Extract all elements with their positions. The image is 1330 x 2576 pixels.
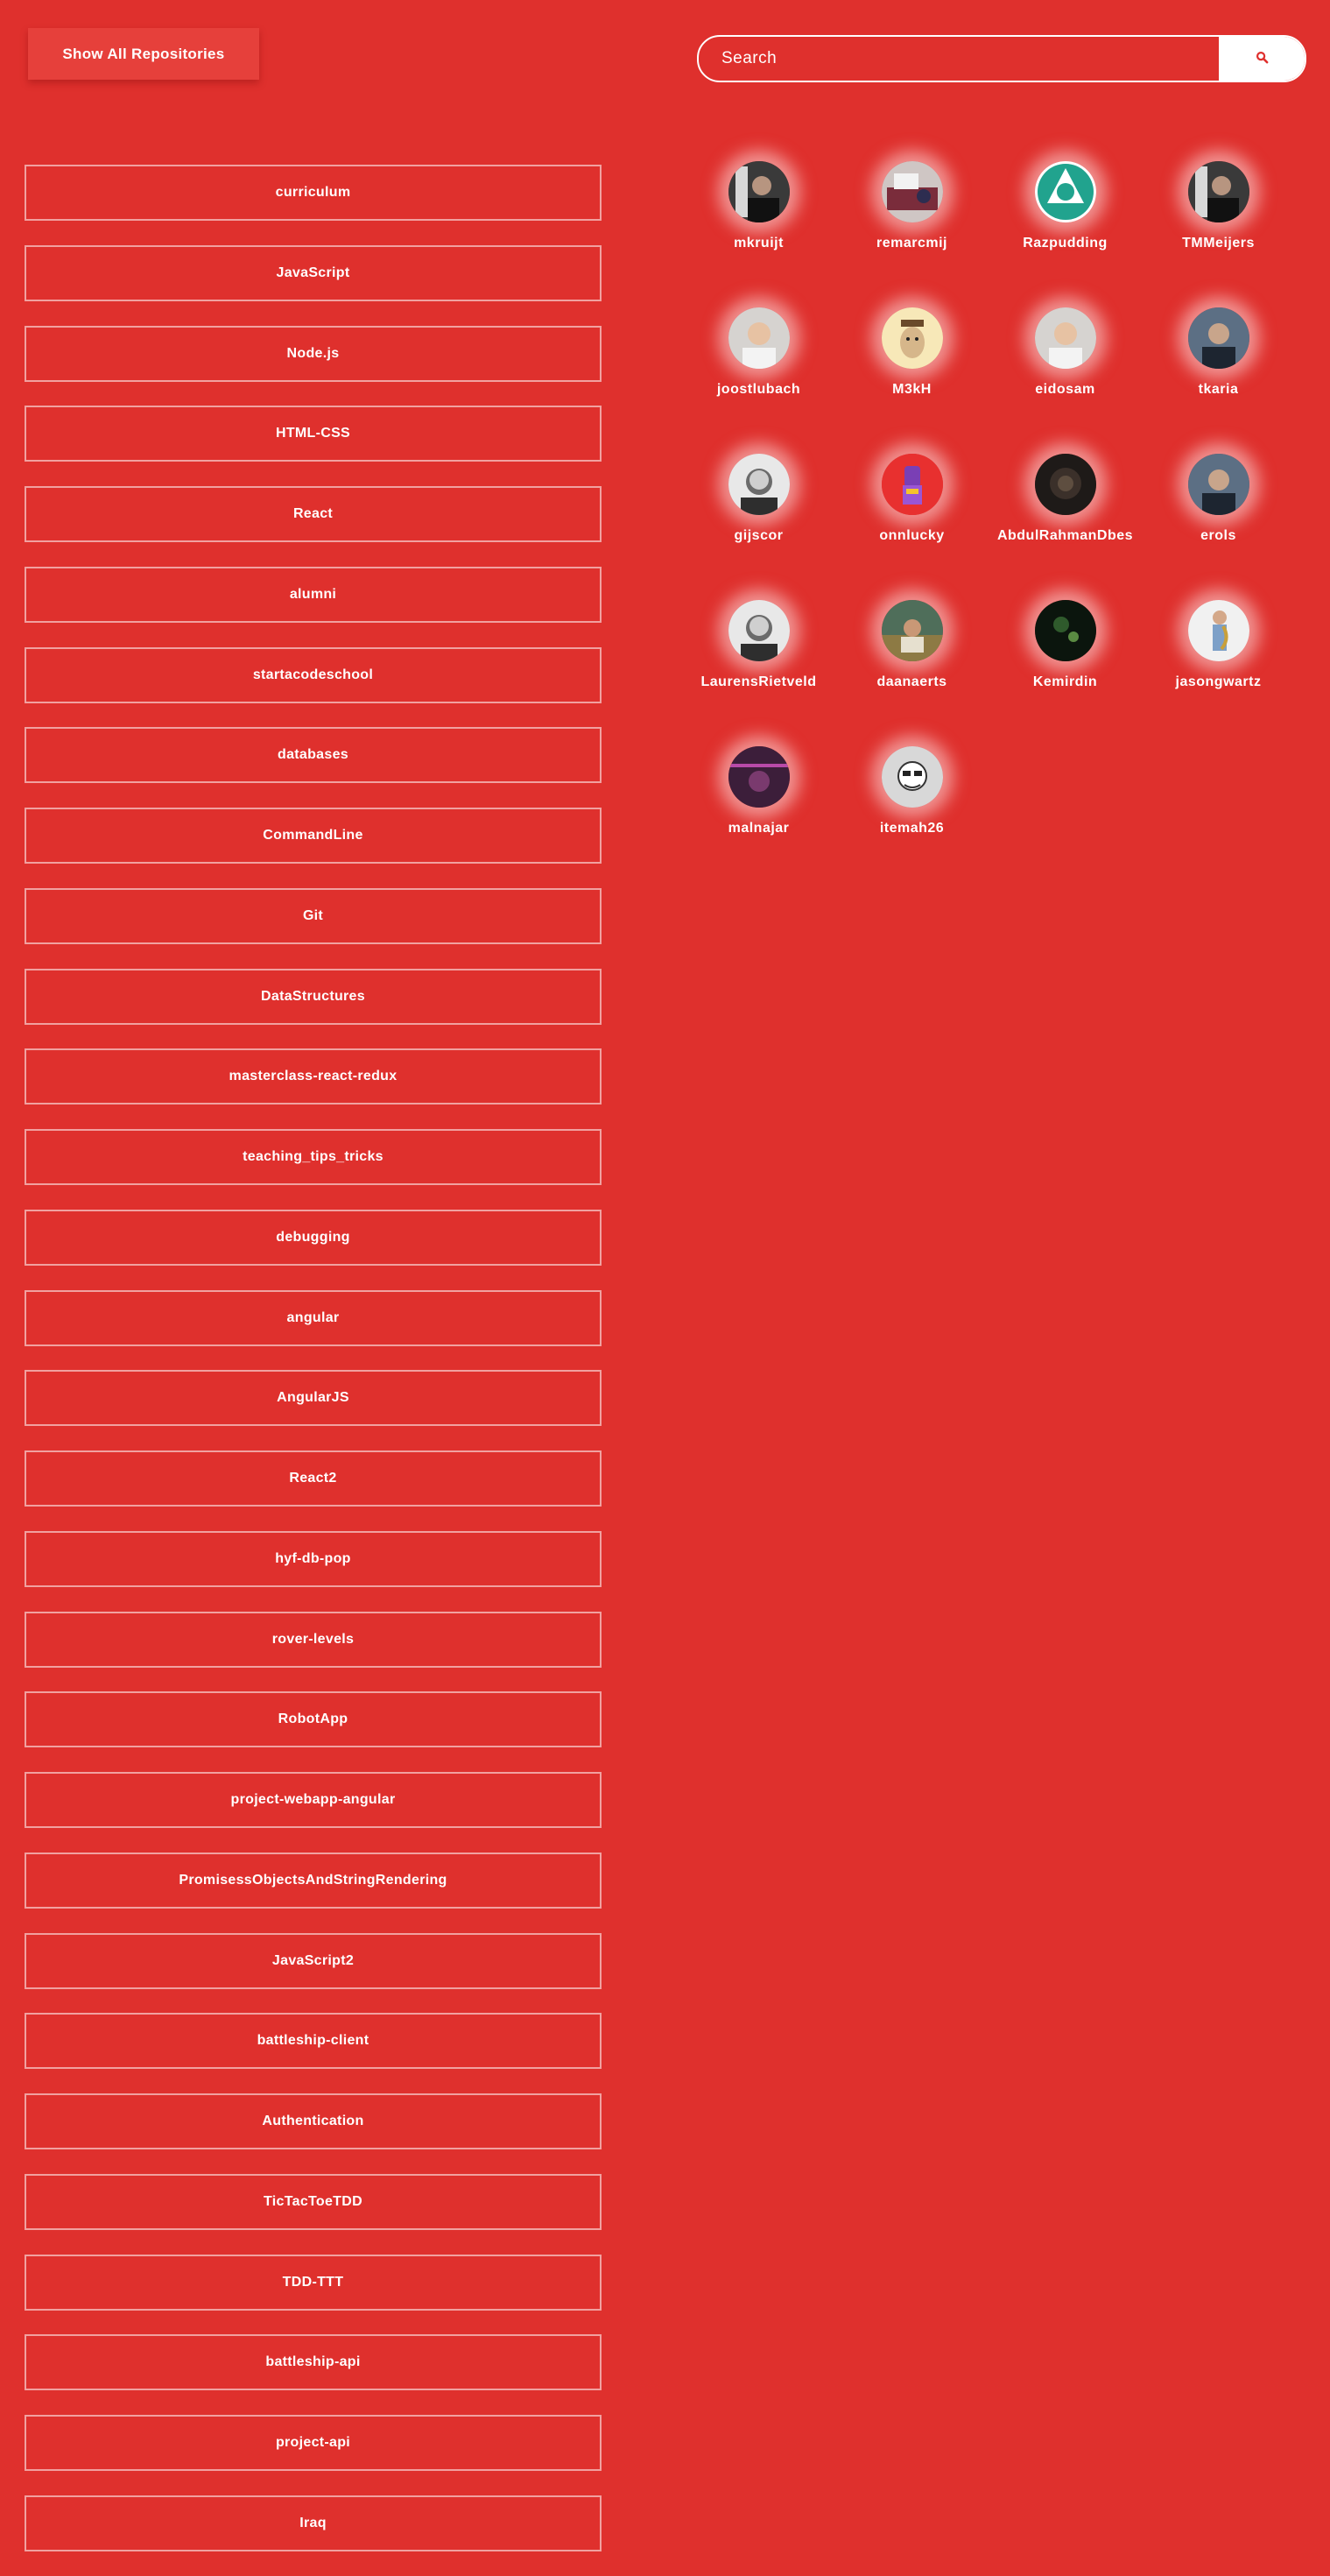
contributor-name[interactable]: itemah26 [880, 821, 944, 836]
avatar[interactable] [1187, 600, 1249, 661]
contributor-card[interactable]: remarcmij [835, 161, 989, 307]
contributor-card[interactable]: tkaria [1142, 307, 1295, 454]
repository-button[interactable]: project-webapp-angular [25, 1772, 602, 1828]
contributor-name[interactable]: mkruijt [734, 236, 784, 251]
contributor-card[interactable]: Kemirdin [989, 600, 1142, 746]
contributor-card[interactable]: onnlucky [835, 454, 989, 600]
repository-button[interactable]: hyf-db-pop [25, 1530, 602, 1587]
avatar[interactable] [1187, 307, 1249, 369]
contributor-name[interactable]: daanaerts [876, 674, 946, 690]
contributor-name[interactable]: eidosam [1035, 382, 1094, 398]
search-icon [1256, 51, 1269, 67]
contributor-name[interactable]: AbdulRahmanDbes [997, 528, 1133, 544]
repository-button[interactable]: Authentication [25, 2093, 602, 2149]
contributor-card[interactable]: itemah26 [835, 746, 989, 893]
contributor-name[interactable]: Kemirdin [1033, 674, 1097, 690]
contributor-card[interactable]: malnajar [682, 746, 835, 893]
contributor-card[interactable]: M3kH [835, 307, 989, 454]
contributor-card[interactable]: joostlubach [682, 307, 835, 454]
repository-button[interactable]: JavaScript [25, 244, 602, 301]
contributor-card[interactable]: Razpudding [989, 161, 1142, 307]
repository-button[interactable]: CommandLine [25, 808, 602, 864]
repository-button[interactable]: DataStructures [25, 968, 602, 1025]
contributor-name[interactable]: Razpudding [1023, 236, 1108, 251]
search-bar [697, 35, 1306, 82]
repository-button[interactable]: Iraq [25, 2495, 602, 2551]
avatar[interactable] [1034, 600, 1096, 661]
repository-button[interactable]: RobotApp [25, 1691, 602, 1748]
avatar[interactable] [1034, 307, 1096, 369]
avatar[interactable] [728, 746, 790, 808]
contributor-name[interactable]: gijscor [735, 528, 784, 544]
contributor-card[interactable]: eidosam [989, 307, 1142, 454]
contributor-card[interactable]: daanaerts [835, 600, 989, 746]
repository-button[interactable]: JavaScript2 [25, 1932, 602, 1989]
contributor-name[interactable]: jasongwartz [1176, 674, 1262, 690]
contributor-name[interactable]: tkaria [1199, 382, 1239, 398]
repository-button[interactable]: PromisessObjectsAndStringRendering [25, 1852, 602, 1909]
repository-button[interactable]: battleship-api [25, 2334, 602, 2391]
repository-button[interactable]: Node.js [25, 325, 602, 382]
avatar[interactable] [881, 454, 943, 515]
repository-button[interactable]: HTML-CSS [25, 406, 602, 462]
repository-button[interactable]: TicTacToeTDD [25, 2173, 602, 2230]
contributor-card[interactable]: jasongwartz [1142, 600, 1295, 746]
avatar[interactable] [881, 161, 943, 222]
avatar[interactable] [728, 454, 790, 515]
avatar[interactable] [881, 307, 943, 369]
search-button[interactable] [1219, 37, 1305, 81]
repository-button[interactable]: databases [25, 727, 602, 784]
repository-button[interactable]: React2 [25, 1450, 602, 1507]
repository-button[interactable]: React [25, 486, 602, 542]
contributor-name[interactable]: joostlubach [717, 382, 800, 398]
contributor-card[interactable]: AbdulRahmanDbes [989, 454, 1142, 600]
repository-button[interactable]: debugging [25, 1209, 602, 1266]
contributor-card[interactable]: TMMeijers [1142, 161, 1295, 307]
contributor-grid: mkruijt remarcmij Razpudding TMMeijers joost… [682, 161, 1295, 893]
avatar[interactable] [1187, 161, 1249, 222]
contributor-name[interactable]: onnlucky [879, 528, 944, 544]
contributor-name[interactable]: TMMeijers [1182, 236, 1255, 251]
avatar[interactable] [1034, 454, 1096, 515]
repository-button[interactable]: curriculum [25, 165, 602, 221]
contributor-card[interactable]: erols [1142, 454, 1295, 600]
repository-list: curriculum JavaScript Node.js HTML-CSS React… [25, 165, 602, 2576]
avatar[interactable] [1187, 454, 1249, 515]
show-all-repositories-button[interactable]: Show All Repositories [28, 28, 259, 80]
contributor-card[interactable]: LaurensRietveld [682, 600, 835, 746]
avatar[interactable] [728, 161, 790, 222]
repository-button[interactable]: project-api [25, 2415, 602, 2471]
contributor-card[interactable]: mkruijt [682, 161, 835, 307]
contributor-name[interactable]: M3kH [892, 382, 932, 398]
repository-button[interactable]: rover-levels [25, 1611, 602, 1668]
repository-button[interactable]: battleship-client [25, 2013, 602, 2070]
avatar[interactable] [881, 600, 943, 661]
avatar[interactable] [728, 307, 790, 369]
repository-button[interactable]: AngularJS [25, 1370, 602, 1427]
repository-button[interactable]: masterclass-react-redux [25, 1048, 602, 1105]
repository-button[interactable]: Git [25, 887, 602, 944]
avatar[interactable] [1034, 161, 1096, 222]
avatar[interactable] [881, 746, 943, 808]
repository-button[interactable]: TDD-TTT [25, 2254, 602, 2311]
contributor-card[interactable]: gijscor [682, 454, 835, 600]
contributor-name[interactable]: remarcmij [876, 236, 947, 251]
avatar[interactable] [728, 600, 790, 661]
search-input[interactable] [699, 37, 1219, 81]
repository-button[interactable]: startacodeschool [25, 646, 602, 703]
repository-button[interactable]: teaching_tips_tricks [25, 1129, 602, 1185]
repository-button[interactable]: angular [25, 1289, 602, 1346]
repository-button[interactable]: alumni [25, 566, 602, 623]
contributor-name[interactable]: erols [1200, 528, 1236, 544]
contributor-name[interactable]: LaurensRietveld [701, 674, 817, 690]
contributor-name[interactable]: malnajar [728, 821, 790, 836]
